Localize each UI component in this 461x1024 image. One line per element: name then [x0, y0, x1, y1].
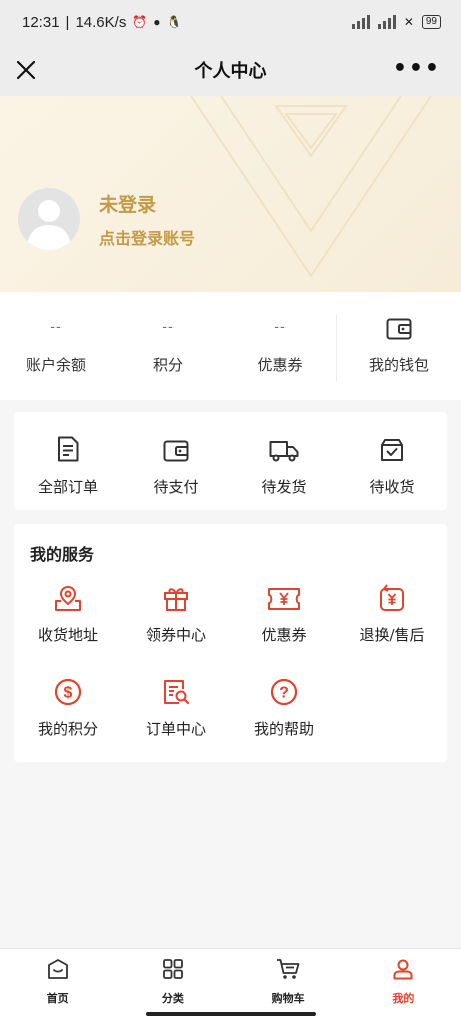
- account-stats: -- 账户余额 -- 积分 -- 优惠券 我的钱包: [0, 292, 461, 400]
- wifi-off-icon: ✕: [403, 15, 414, 29]
- service-coupons-button[interactable]: 优惠券: [230, 584, 338, 645]
- tab-category[interactable]: 分类: [115, 949, 230, 1008]
- header-decoration: [190, 96, 432, 278]
- tab-cart[interactable]: 购物车: [231, 949, 346, 1008]
- home-icon: [47, 958, 69, 984]
- tab-label: 首页: [46, 992, 69, 1005]
- service-label: 领券中心: [145, 626, 206, 644]
- status-right: ✕ 99: [351, 15, 441, 29]
- stat-value: --: [274, 320, 286, 335]
- stat-label: 积分: [152, 356, 183, 374]
- services-card: 我的服务 收货地址 领券中心 优惠券 退换/售后 $ 我的积分 订单中心 ? 我…: [14, 524, 447, 762]
- service-label: 退换/售后: [359, 626, 425, 644]
- service-label: 我的帮助: [253, 720, 314, 738]
- service-label: 订单中心: [145, 720, 206, 738]
- stat-points[interactable]: -- 积分: [112, 292, 224, 400]
- service-address-button[interactable]: 收货地址: [14, 584, 122, 645]
- battery-icon: 99: [421, 15, 441, 29]
- orders-card: 全部订单 待支付 待发货 待收货: [14, 412, 447, 510]
- services-row: 收货地址 领券中心 优惠券 退换/售后: [14, 584, 446, 645]
- refund-icon: [378, 584, 406, 612]
- truck-icon: [269, 434, 299, 462]
- services-title: 我的服务: [30, 545, 95, 564]
- tab-home[interactable]: 首页: [0, 949, 115, 1008]
- home-indicator-area: [0, 1008, 461, 1024]
- stat-balance[interactable]: -- 账户余额: [0, 292, 112, 400]
- stat-value: --: [50, 320, 62, 335]
- order-label: 待支付: [153, 478, 199, 496]
- avatar[interactable]: [18, 188, 80, 250]
- tab-label: 分类: [161, 992, 184, 1005]
- stat-label: 优惠券: [257, 356, 303, 374]
- gift-icon: [162, 584, 190, 612]
- location-icon: [54, 584, 82, 612]
- status-divider: |: [65, 13, 70, 31]
- wallet-icon: [386, 318, 412, 342]
- bottom-tab-bar: 首页 分类 购物车 我的: [0, 948, 461, 1008]
- service-label: 优惠券: [261, 626, 307, 644]
- close-icon[interactable]: [12, 56, 40, 84]
- svg-text:$: $: [64, 685, 73, 702]
- qq-icon: 🐧: [166, 15, 182, 29]
- notification-dot-icon: ●: [153, 15, 161, 29]
- order-unshipped-button[interactable]: 待发货: [230, 412, 338, 510]
- order-unpaid-button[interactable]: 待支付: [122, 412, 230, 510]
- order-label: 待收货: [369, 478, 415, 496]
- status-left: 12:31 | 14.6K/s ⏰ ● 🐧: [22, 14, 181, 31]
- login-link[interactable]: 点击登录账号: [99, 225, 195, 249]
- user-icon: [392, 958, 414, 984]
- my-wallet-button[interactable]: 我的钱包: [337, 292, 461, 400]
- status-bar: 12:31 | 14.6K/s ⏰ ● 🐧 ✕ 99: [0, 0, 461, 44]
- order-label: 待发货: [261, 478, 307, 496]
- status-speed: 14.6K/s: [75, 13, 127, 31]
- stat-coupons[interactable]: -- 优惠券: [224, 292, 336, 400]
- order-search-icon: [162, 678, 190, 706]
- order-unreceived-button[interactable]: 待收货: [338, 412, 446, 510]
- tab-label: 我的: [392, 992, 415, 1005]
- svg-text:?: ?: [279, 685, 289, 702]
- service-refund-button[interactable]: 退换/售后: [338, 584, 446, 645]
- service-coupon-center-button[interactable]: 领券中心: [122, 584, 230, 645]
- home-indicator[interactable]: [146, 1012, 316, 1016]
- order-label: 全部订单: [37, 478, 98, 496]
- tab-label: 购物车: [271, 992, 305, 1005]
- stat-label: 账户余额: [25, 356, 86, 374]
- signal-icon-2: [377, 15, 396, 29]
- page-title: 个人中心: [194, 61, 267, 82]
- alarm-icon: ⏰: [132, 15, 148, 29]
- dollar-icon: $: [54, 678, 82, 706]
- coupon-icon: [267, 584, 301, 612]
- tab-mine[interactable]: 我的: [346, 949, 461, 1008]
- service-label: 我的积分: [37, 720, 98, 738]
- category-icon: [162, 958, 184, 984]
- nav-bar: 个人中心 •••: [0, 44, 461, 96]
- service-points-button[interactable]: $ 我的积分: [14, 678, 122, 739]
- stat-value: --: [162, 320, 174, 335]
- signal-icon: [351, 15, 370, 29]
- status-time: 12:31: [22, 13, 60, 31]
- service-label: 收货地址: [37, 626, 98, 644]
- help-icon: ?: [270, 678, 298, 706]
- wallet-label: 我的钱包: [368, 356, 429, 374]
- order-all-button[interactable]: 全部订单: [14, 412, 122, 510]
- service-help-button[interactable]: ? 我的帮助: [230, 678, 338, 739]
- order-list-icon: [57, 434, 79, 462]
- profile-header[interactable]: 未登录 点击登录账号: [0, 96, 461, 292]
- services-row: $ 我的积分 订单中心 ? 我的帮助: [14, 678, 338, 739]
- box-check-icon: [380, 434, 404, 462]
- more-menu-icon[interactable]: •••: [393, 58, 441, 80]
- wallet-icon: [163, 434, 189, 462]
- service-order-center-button[interactable]: 订单中心: [122, 678, 230, 739]
- cart-icon: [276, 958, 300, 984]
- login-status[interactable]: 未登录: [99, 190, 156, 217]
